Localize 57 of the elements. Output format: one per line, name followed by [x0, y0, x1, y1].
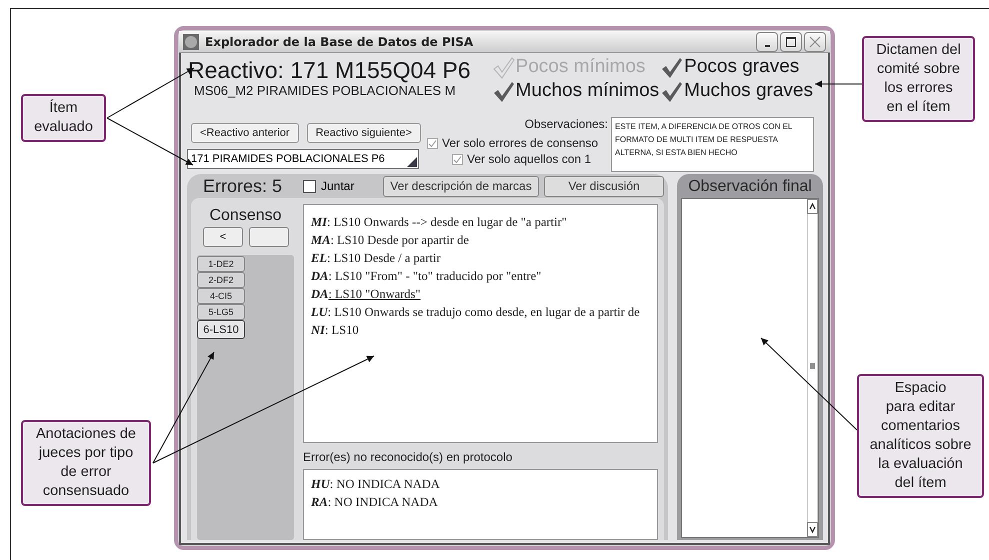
verdict-checkbox[interactable]: Muchos mínimos [492, 79, 660, 103]
merge-checkbox[interactable]: Juntar [303, 179, 383, 193]
check-icon [492, 81, 515, 103]
toolbar-button[interactable]: Ver descripción de marcas [383, 176, 539, 196]
item-dropdown[interactable]: 171 PIRAMIDES POBLACIONALES P6 [187, 149, 419, 169]
error-code-button[interactable]: 1-DE2 [197, 256, 245, 272]
annotation-line: NI: LS10 [311, 322, 360, 339]
unrecognized-area[interactable]: HU: NO INDICA NADA RA: NO INDICA NADA [303, 469, 658, 540]
annotation-line: MI: LS10 Onwards --> desde en lugar de "a partir" [311, 214, 568, 231]
nav-button[interactable]: Reactivo siguiente> [306, 123, 421, 143]
annotation-line: LU: LS10 Onwards se tradujo como desde, en lugar de a partir de [311, 304, 641, 321]
maximize-button[interactable] [780, 32, 802, 52]
consensus-title: Consenso [208, 206, 283, 225]
minimize-icon [764, 44, 770, 46]
check-icon [492, 57, 515, 79]
callout-box: Anotaciones de jueces por tipo de error consensuado [21, 420, 151, 506]
error-code-button[interactable]: 5-LG5 [197, 304, 245, 320]
callout-box: Ítem evaluado [21, 94, 106, 142]
final-observation-title: Observación final [687, 177, 813, 197]
check-icon [428, 138, 437, 148]
next-button[interactable] [249, 227, 289, 247]
nav-button[interactable]: <Reactivo anterior [191, 123, 299, 143]
annotation-line: DA: LS10 "From" - "to" traducido por "entre" [311, 268, 542, 285]
close-icon [809, 36, 821, 48]
annotation-line: DA: LS10 "Onwards" [311, 286, 422, 303]
verdict-checkbox[interactable]: Muchos graves [661, 79, 813, 103]
callout-box: Dictamen del comité sobre los errores en el ítem [862, 36, 975, 122]
annotation-line: EL: LS10 Desde / a partir [311, 250, 442, 267]
item-subtitle: MS06_M2 PIRAMIDES POBLACIONALES M [193, 83, 457, 98]
verdict-checkbox[interactable]: Pocos graves [661, 55, 813, 79]
filter-checkbox[interactable]: Ver solo aquellos con 1 [427, 151, 611, 167]
window-title: Explorador de la Base de Datos de PISA [205, 34, 474, 48]
previous-button[interactable]: < [203, 227, 243, 247]
annotation-line: HU: NO INDICA NADA [311, 476, 441, 493]
errors-count: Errores: 5 [202, 176, 284, 196]
caret-icon [407, 157, 417, 167]
observations-label: Observaciones: [524, 116, 609, 131]
annotation-line: MA: LS10 Desde por apartir de [311, 232, 470, 249]
filter-checkbox[interactable]: Ver solo errores de consenso [427, 135, 611, 151]
scrollbar[interactable] [807, 199, 818, 537]
item-title: Reactivo: 171 M155Q04 P6 [188, 57, 472, 83]
annotation-line: RA: NO INDICA NADA [311, 494, 439, 511]
minimize-button[interactable] [756, 32, 778, 52]
app-icon [183, 34, 199, 50]
leader-arrow [814, 80, 862, 88]
callout-box: Espacio para editar comentarios analíticos sobre la evaluación del ítem [857, 374, 984, 498]
check-icon [453, 154, 462, 164]
check-icon [661, 57, 684, 79]
error-code-button[interactable]: 2-DF2 [197, 272, 245, 288]
toolbar-button[interactable]: Ver discusión [544, 176, 664, 196]
error-code-button[interactable]: 6-LS10 [197, 320, 245, 339]
observations-field[interactable]: ESTE ITEM, A DIFERENCIA DE OTROS CON EL FORMATO DE MULTI ITEM DE RESPUESTA ALTERNA, SI ESTA BIEN HECHO [611, 117, 814, 172]
error-code-button[interactable]: 4-CI5 [197, 288, 245, 304]
maximize-icon [786, 36, 796, 46]
check-icon [661, 81, 684, 103]
unrecognized-label: Error(es) no reconocido(s) en protocolo [303, 449, 514, 466]
annotations-area[interactable] [303, 204, 658, 443]
